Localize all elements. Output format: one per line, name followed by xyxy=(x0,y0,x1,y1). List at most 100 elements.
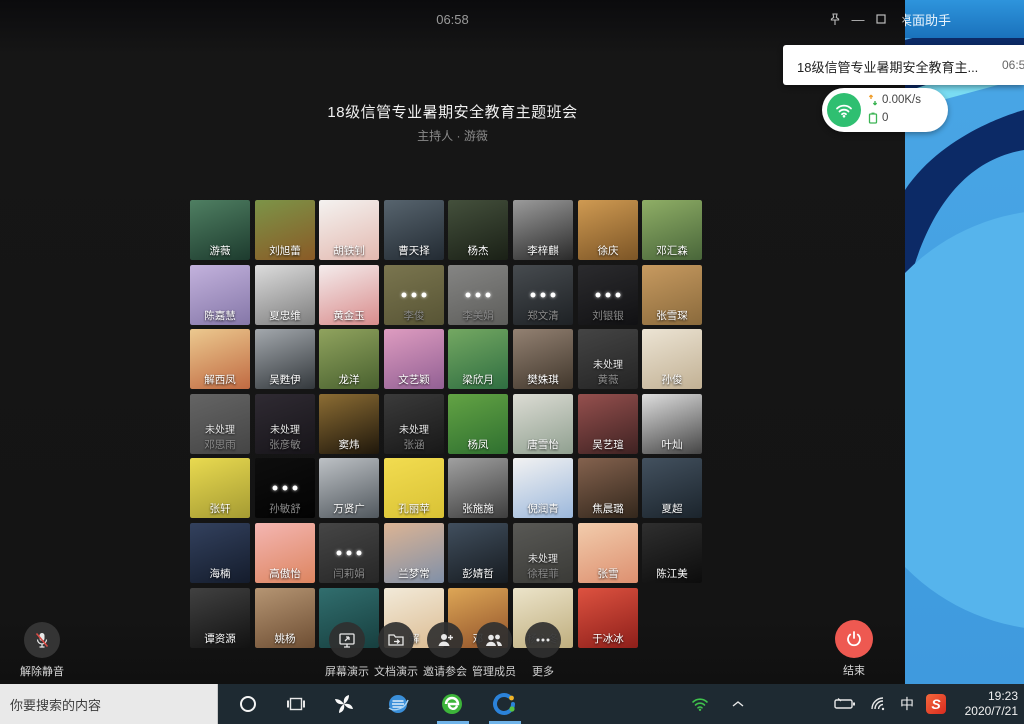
participant-tile[interactable]: 刘旭蕾 xyxy=(255,200,315,260)
participant-tile[interactable]: 文艺颖 xyxy=(384,329,444,389)
participant-tile[interactable]: 杨凤 xyxy=(448,394,508,454)
tray-network-icon[interactable] xyxy=(864,684,892,724)
participant-tile[interactable]: 吴甦伊 xyxy=(255,329,315,389)
participant-tile[interactable]: 未处理徐程菲 xyxy=(513,523,573,583)
cortana-icon[interactable] xyxy=(228,684,268,724)
participant-tile[interactable]: 徐庆 xyxy=(578,200,638,260)
participant-tile[interactable]: 未处理张涵 xyxy=(384,394,444,454)
participant-tile[interactable]: 谭资源 xyxy=(190,588,250,648)
toolbar-button-members[interactable]: 管理成员 xyxy=(469,622,519,679)
tray-chevron-up-icon[interactable] xyxy=(724,684,752,724)
tray-wifi-icon[interactable] xyxy=(686,684,714,724)
sogou-input-icon[interactable]: S xyxy=(922,684,950,724)
participant-name: 文艺颖 xyxy=(384,372,444,387)
participant-tile[interactable]: 梁欣月 xyxy=(448,329,508,389)
clock-date: 2020/7/21 xyxy=(965,704,1018,719)
participant-tile[interactable]: 夏忠维 xyxy=(255,265,315,325)
participant-tile[interactable]: 杨杰 xyxy=(448,200,508,260)
participant-tile[interactable]: 未处理邓思雨 xyxy=(190,394,250,454)
participant-name: 谭资源 xyxy=(190,631,250,646)
invite-icon xyxy=(427,622,463,658)
participant-tile[interactable]: 孙敏舒 xyxy=(255,458,315,518)
pinwheel-app-icon[interactable] xyxy=(324,684,364,724)
participant-tile[interactable]: 张雪 xyxy=(578,523,638,583)
participant-tile[interactable]: 倪润青 xyxy=(513,458,573,518)
participant-tile[interactable]: 焦晨璐 xyxy=(578,458,638,518)
loading-dots-icon xyxy=(273,486,298,491)
participant-tile[interactable]: 孙俊 xyxy=(642,329,702,389)
toolbar-button-invite[interactable]: 邀请参会 xyxy=(420,622,470,679)
participant-tile[interactable]: 陈嘉慧 xyxy=(190,265,250,325)
participant-tile[interactable]: 张施施 xyxy=(448,458,508,518)
taskbar-clock[interactable]: 19:23 2020/7/21 xyxy=(965,689,1018,719)
toolbar-button-document-share[interactable]: 文档演示 xyxy=(371,622,421,679)
participant-tile[interactable]: 彭婧哲 xyxy=(448,523,508,583)
participant-tile[interactable]: 兰梦常 xyxy=(384,523,444,583)
notification-text: 18级信管专业暑期安全教育主... xyxy=(797,57,978,76)
participant-tile[interactable]: 李美娟 xyxy=(448,265,508,325)
participant-tile[interactable]: 孔丽苹 xyxy=(384,458,444,518)
participant-tile[interactable]: 未处理张彦敏 xyxy=(255,394,315,454)
internet-explorer-icon[interactable] xyxy=(378,684,418,724)
maximize-icon[interactable] xyxy=(872,10,890,28)
search-placeholder: 你要搜索的内容 xyxy=(10,695,101,714)
tray-battery-icon[interactable] xyxy=(830,684,860,724)
unmute-button[interactable]: 解除静音 xyxy=(16,622,68,679)
loading-dots-icon xyxy=(337,551,362,556)
participant-tile[interactable]: 邓汇森 xyxy=(642,200,702,260)
participant-tile[interactable]: 胡铁钊 xyxy=(319,200,379,260)
document-share-icon xyxy=(378,622,414,658)
participant-tile[interactable]: 海楠 xyxy=(190,523,250,583)
browser-360-icon[interactable] xyxy=(432,684,472,724)
end-meeting-button[interactable]: 结束 xyxy=(828,620,880,678)
toolbar-button-screen-share[interactable]: 屏幕演示 xyxy=(322,622,372,679)
participant-tile[interactable]: 李梓麒 xyxy=(513,200,573,260)
participant-tile[interactable]: 姚杨 xyxy=(255,588,315,648)
loading-dots-icon xyxy=(531,293,556,298)
meeting-host: 主持人 · 游薇 xyxy=(0,127,905,144)
unprocessed-badge: 未处理 xyxy=(384,421,444,436)
participant-tile[interactable]: 黄金玉 xyxy=(319,265,379,325)
network-speed-widget[interactable]: 0.00K/s 0 xyxy=(822,88,948,132)
participant-tile[interactable]: 夏超 xyxy=(642,458,702,518)
participant-tile[interactable]: 张雪琛 xyxy=(642,265,702,325)
participant-tile[interactable]: 叶灿 xyxy=(642,394,702,454)
participant-tile[interactable]: 唐雪怡 xyxy=(513,394,573,454)
assistant-title: 桌面助手 xyxy=(905,10,951,29)
participant-tile[interactable]: 游薇 xyxy=(190,200,250,260)
minimize-icon[interactable]: — xyxy=(849,10,867,28)
participant-tile[interactable]: 高傲怡 xyxy=(255,523,315,583)
participant-tile[interactable]: 龙洋 xyxy=(319,329,379,389)
battery-icon xyxy=(868,112,878,124)
meeting-window: 06:58 — × 18级信管专业暑期安全教育主题班会 主持人 · 游薇 游薇刘… xyxy=(0,0,905,684)
qq-browser-icon[interactable] xyxy=(484,684,524,724)
desktop-assistant-bar[interactable]: 桌面助手 xyxy=(905,0,1024,38)
toolbar-button-more[interactable]: 更多 xyxy=(518,622,568,679)
participant-tile[interactable]: 万贤广 xyxy=(319,458,379,518)
participant-tile[interactable]: 陈江美 xyxy=(642,523,702,583)
participant-name: 刘银银 xyxy=(578,308,638,323)
search-input[interactable]: 你要搜索的内容 xyxy=(0,684,218,724)
participant-tile[interactable]: 解西凤 xyxy=(190,329,250,389)
ime-indicator[interactable]: 中 xyxy=(894,684,920,724)
meeting-title: 18级信管专业暑期安全教育主题班会 xyxy=(0,101,905,122)
meeting-notification[interactable]: 18级信管专业暑期安全教育主... 06:58 xyxy=(783,45,1024,85)
participant-tile[interactable]: 闫莉娟 xyxy=(319,523,379,583)
participant-tile[interactable]: 曹天择 xyxy=(384,200,444,260)
participant-tile[interactable]: 李俊 xyxy=(384,265,444,325)
participant-name: 高傲怡 xyxy=(255,566,315,581)
participant-tile[interactable]: 郑文清 xyxy=(513,265,573,325)
participant-tile[interactable]: 吴艺瑄 xyxy=(578,394,638,454)
participant-tile[interactable]: 窦炜 xyxy=(319,394,379,454)
pin-icon[interactable] xyxy=(826,10,844,28)
participant-tile[interactable]: 张轩 xyxy=(190,458,250,518)
participant-tile[interactable]: 刘银银 xyxy=(578,265,638,325)
task-view-icon[interactable] xyxy=(276,684,316,724)
wifi-icon xyxy=(827,93,861,127)
notification-time: 06:58 xyxy=(1002,58,1024,72)
participant-tile[interactable]: 樊姝琪 xyxy=(513,329,573,389)
participant-tile[interactable]: 未处理黄薇 xyxy=(578,329,638,389)
power-icon xyxy=(835,620,873,658)
participant-tile[interactable]: 于冰冰 xyxy=(578,588,638,648)
participant-name: 邓思雨 xyxy=(190,437,250,452)
